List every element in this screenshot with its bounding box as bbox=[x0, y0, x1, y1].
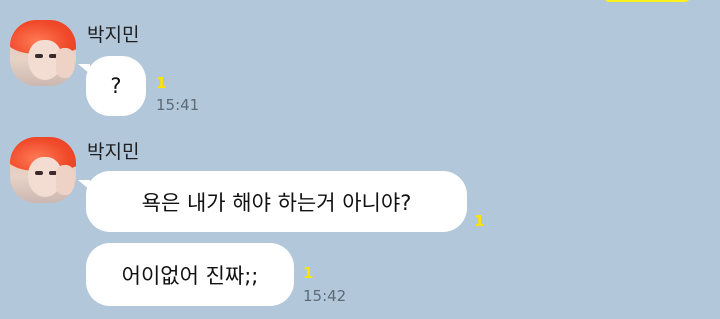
message-timestamp: 15:41 bbox=[156, 96, 200, 114]
sender-name: 박지민 bbox=[87, 24, 140, 46]
sender-avatar[interactable] bbox=[10, 20, 76, 86]
unread-count: 1 bbox=[474, 212, 485, 230]
message-bubble[interactable]: ? bbox=[86, 56, 146, 116]
message-bubble[interactable]: 어이없어 진짜;; bbox=[86, 243, 294, 306]
own-message-bubble-edge bbox=[604, 0, 690, 2]
unread-count: 1 bbox=[303, 264, 314, 282]
message-bubble[interactable]: 욕은 내가 해야 하는거 아니야? bbox=[86, 171, 467, 232]
message-text: 어이없어 진짜;; bbox=[121, 263, 259, 288]
message-text: 욕은 내가 해야 하는거 아니야? bbox=[141, 190, 412, 215]
message-text: ? bbox=[110, 74, 122, 98]
unread-count: 1 bbox=[156, 74, 167, 92]
sender-name: 박지민 bbox=[87, 141, 140, 163]
sender-avatar[interactable] bbox=[10, 137, 76, 203]
message-timestamp: 15:42 bbox=[303, 287, 347, 305]
